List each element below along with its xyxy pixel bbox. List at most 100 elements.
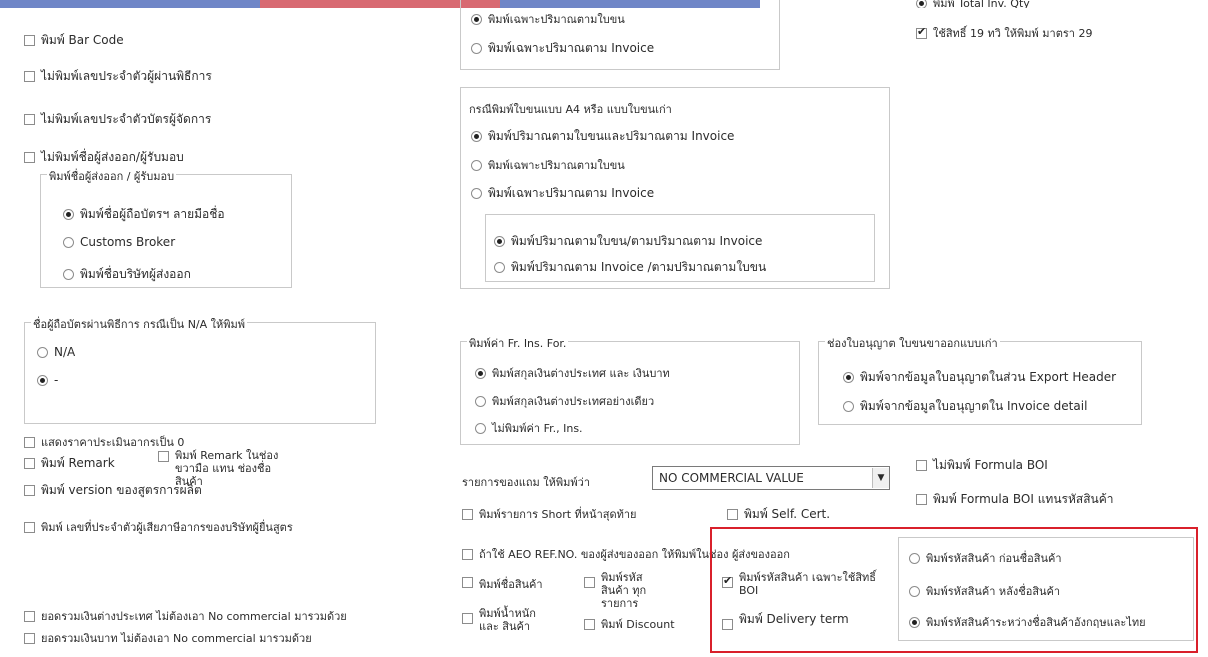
foreign-sum-checkbox[interactable]: ยอดรวมเงินต่างประเทศ ไม่ต้องเอา No comme…: [24, 607, 347, 625]
checkbox-box[interactable]: [584, 577, 595, 588]
radio-label: พิมพ์เฉพาะปริมาณตามใบขน: [488, 159, 625, 172]
radio-dot[interactable]: [494, 236, 505, 247]
checkbox-box[interactable]: [462, 508, 473, 520]
radio-dot[interactable]: [471, 188, 482, 199]
radio-invoice-first[interactable]: พิมพ์ปริมาณตาม Invoice /ตามปริมาณตามใบขน: [494, 258, 766, 277]
radio-label: พิมพ์ปริมาณตาม Invoice /ตามปริมาณตามใบขน: [511, 260, 767, 274]
radio-dot[interactable]: [843, 401, 854, 412]
radio-qty-invoice[interactable]: พิมพ์เฉพาะปริมาณตาม Invoice: [471, 39, 654, 58]
radio-exporter-company[interactable]: พิมพ์ชื่อบริษัทผู้ส่งออก: [63, 265, 191, 284]
total-inv-qty-radio[interactable]: พิมพ์ Total Inv. Qty: [916, 0, 1030, 8]
tax-id-checkbox[interactable]: พิมพ์ เลขที่ประจำตัวผู้เสียภาษีอากรของบร…: [24, 518, 293, 536]
radio-label: พิมพ์สกุลเงินต่างประเทศอย่างเดียว: [492, 395, 655, 408]
radio-dot[interactable]: [471, 43, 482, 54]
radio-cardholder-name[interactable]: พิมพ์ชื่อผู้ถือบัตรฯ ลายมือชื่อ: [63, 205, 225, 224]
radio-no-freight[interactable]: ไม่พิมพ์ค่า Fr., Ins.: [475, 419, 583, 437]
checkbox-box[interactable]: [916, 25, 927, 39]
checkbox-box[interactable]: [24, 436, 35, 448]
qty-order-group: พิมพ์ปริมาณตามใบขน/ตามปริมาณตาม Invoice …: [485, 214, 875, 282]
checkbox-label: พิมพ์ Bar Code: [41, 33, 124, 47]
bar-code-checkbox[interactable]: พิมพ์ Bar Code: [24, 31, 124, 50]
radio-dot[interactable]: [475, 422, 486, 434]
chevron-down-icon[interactable]: ▼: [872, 468, 889, 488]
radio-dot[interactable]: [63, 236, 74, 248]
decor-strip: [0, 0, 260, 8]
radio-export-header[interactable]: พิมพ์จากข้อมูลใบอนุญาตในส่วน Export Head…: [843, 368, 1116, 387]
na-group: ชื่อผู้ถือบัตรผ่านพิธีการ กรณีเป็น N/A ใ…: [24, 315, 376, 424]
checkbox-box[interactable]: [24, 71, 35, 82]
radio-dot[interactable]: [843, 372, 854, 383]
checkbox-box[interactable]: [24, 485, 35, 496]
checkbox-box[interactable]: [24, 152, 35, 163]
no-commercial-value-select[interactable]: NO COMMERCIAL VALUE ▼: [652, 466, 890, 490]
checkbox-box[interactable]: [24, 35, 35, 46]
no-card-id-checkbox[interactable]: ไม่พิมพ์เลขประจำตัวบัตรผู้จัดการ: [24, 110, 211, 129]
group-title: พิมพ์ชื่อผู้ส่งออก / ผู้รับมอบ: [47, 167, 177, 185]
radio-declaration-first[interactable]: พิมพ์ปริมาณตามใบขน/ตามปริมาณตาม Invoice: [494, 232, 762, 251]
checkbox-box[interactable]: [24, 458, 35, 469]
checkbox-label: พิมพ์รหัสสินค้า ทุกรายการ: [601, 571, 647, 610]
radio-dot[interactable]: [37, 374, 48, 386]
radio-dot[interactable]: [63, 269, 74, 280]
freight-insurance-group: พิมพ์ค่า Fr. Ins. For. พิมพ์สกุลเงินต่าง…: [460, 334, 800, 445]
short-last-page-checkbox[interactable]: พิมพ์รายการ Short ที่หน้าสุดท้าย: [462, 505, 636, 523]
no-sender-name-checkbox[interactable]: ไม่พิมพ์ชื่อผู้ส่งออก/ผู้รับมอบ: [24, 148, 184, 167]
version-checkbox[interactable]: พิมพ์ version ของสูตรการผลิต: [24, 481, 202, 500]
radio-dot[interactable]: [37, 346, 48, 358]
radio-dot[interactable]: [471, 131, 482, 142]
checkbox-box[interactable]: [462, 548, 473, 560]
self-cert-checkbox[interactable]: พิมพ์ Self. Cert.: [727, 505, 830, 524]
checkbox-box[interactable]: [916, 460, 927, 471]
radio-dash[interactable]: -: [37, 373, 58, 387]
checkbox-box[interactable]: [24, 610, 35, 622]
checkbox-box[interactable]: [462, 577, 473, 588]
checkbox-box[interactable]: [584, 618, 595, 630]
radio-label: พิมพ์ปริมาณตามใบขน/ตามปริมาณตาม Invoice: [511, 234, 763, 248]
checkbox-label: พิมพ์รายการ Short ที่หน้าสุดท้าย: [479, 508, 637, 521]
radio-invoice-only[interactable]: พิมพ์เฉพาะปริมาณตาม Invoice: [471, 184, 654, 203]
radio-foreign-and-baht[interactable]: พิมพ์สกุลเงินต่างประเทศ และ เงินบาท: [475, 364, 670, 382]
radio-label: พิมพ์ Total Inv. Qty: [933, 0, 1030, 8]
radio-label: พิมพ์จากข้อมูลใบอนุญาตในส่วน Export Head…: [860, 370, 1117, 384]
checkbox-box[interactable]: [462, 613, 473, 624]
checkbox-box[interactable]: [158, 451, 169, 462]
radio-dot[interactable]: [916, 0, 927, 8]
qty-source-group: พิมพ์เฉพาะปริมาณตามใบขน พิมพ์เฉพาะปริมาณ…: [460, 0, 780, 70]
checkbox-label: ไม่พิมพ์ Formula BOI: [933, 458, 1048, 472]
radio-declaration-only[interactable]: พิมพ์เฉพาะปริมาณตามใบขน: [471, 156, 625, 174]
radio-customs-broker[interactable]: Customs Broker: [63, 235, 175, 249]
checkbox-box[interactable]: [24, 521, 35, 533]
checkbox-box[interactable]: [24, 632, 35, 644]
radio-dot[interactable]: [494, 262, 505, 273]
checkbox-label: ยอดรวมเงินบาท ไม่ต้องเอา No commercial ม…: [41, 632, 312, 645]
checkbox-label: ไม่พิมพ์เลขประจำตัวบัตรผู้จัดการ: [41, 112, 212, 126]
radio-dot[interactable]: [471, 13, 482, 25]
radio-na[interactable]: N/A: [37, 345, 75, 359]
radio-invoice-detail[interactable]: พิมพ์จากข้อมูลใบอนุญาตใน Invoice detail: [843, 397, 1087, 416]
no-formula-boi-checkbox[interactable]: ไม่พิมพ์ Formula BOI: [916, 456, 1048, 475]
remark-checkbox[interactable]: พิมพ์ Remark: [24, 454, 115, 473]
use-19-tawi-checkbox[interactable]: ใช้สิทธิ์ 19 ทวิ ให้พิมพ์ มาตรา 29: [916, 24, 1092, 42]
checkbox-label: ใช้สิทธิ์ 19 ทวิ ให้พิมพ์ มาตรา 29: [933, 27, 1093, 40]
radio-dot[interactable]: [63, 209, 74, 220]
checkbox-box[interactable]: [916, 494, 927, 505]
formula-boi-instead-checkbox[interactable]: พิมพ์ Formula BOI แทนรหัสสินค้า: [916, 490, 1114, 509]
radio-dot[interactable]: [475, 395, 486, 407]
radio-label: Customs Broker: [80, 235, 176, 249]
radio-dot[interactable]: [475, 367, 486, 379]
discount-checkbox[interactable]: พิมพ์ Discount: [584, 615, 675, 633]
no-exporter-id-checkbox[interactable]: ไม่พิมพ์เลขประจำตัวผู้ผ่านพิธีการ: [24, 67, 212, 86]
radio-dot[interactable]: [471, 159, 482, 171]
group-title: พิมพ์ค่า Fr. Ins. For.: [467, 334, 569, 352]
checkbox-box[interactable]: [727, 509, 738, 520]
print-weight-checkbox[interactable]: พิมพ์น้ำหนักและ สินค้า: [462, 607, 539, 633]
print-product-checkbox[interactable]: พิมพ์ชื่อสินค้า: [462, 575, 543, 593]
no-commercial-value-label: รายการของแถม ให้พิมพ์ว่า: [462, 476, 590, 489]
radio-label: พิมพ์เฉพาะปริมาณตาม Invoice: [488, 186, 655, 200]
checkbox-box[interactable]: [24, 114, 35, 125]
baht-sum-checkbox[interactable]: ยอดรวมเงินบาท ไม่ต้องเอา No commercial ม…: [24, 629, 312, 647]
radio-foreign-only[interactable]: พิมพ์สกุลเงินต่างประเทศอย่างเดียว: [475, 392, 654, 410]
radio-qty-declaration[interactable]: พิมพ์เฉพาะปริมาณตามใบขน: [471, 10, 625, 28]
print-code-all-checkbox[interactable]: พิมพ์รหัสสินค้า ทุกรายการ: [584, 571, 665, 610]
radio-both-qty[interactable]: พิมพ์ปริมาณตามใบขนและปริมาณตาม Invoice: [471, 127, 734, 146]
